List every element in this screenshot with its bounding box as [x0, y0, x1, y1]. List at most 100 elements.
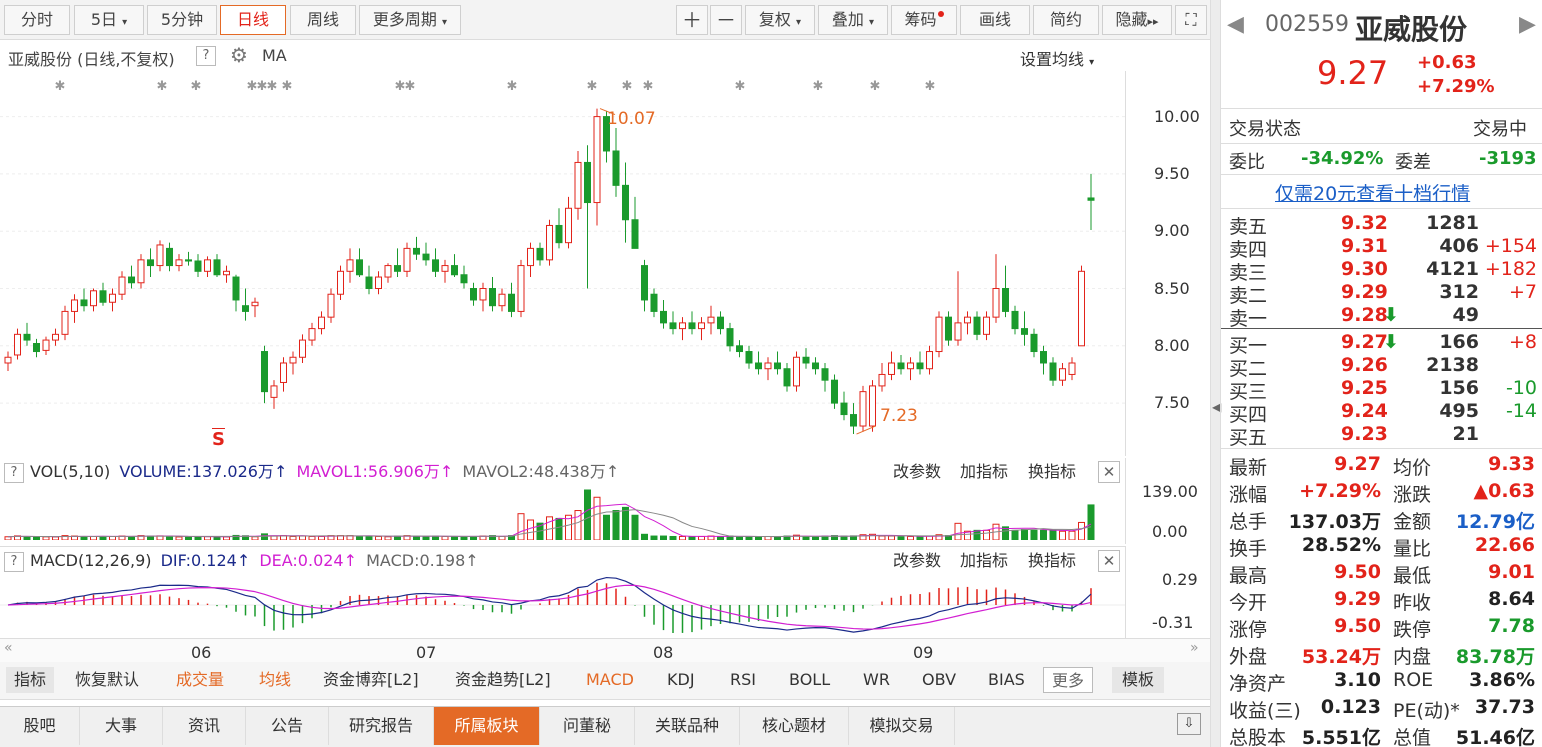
- tab-boll[interactable]: BOLL: [789, 667, 830, 693]
- zoom-in-button[interactable]: ＋: [676, 5, 708, 35]
- tab-fund-game[interactable]: 资金博弈[L2]: [323, 667, 419, 693]
- tab-restore-default[interactable]: 恢复默认: [75, 667, 139, 693]
- bid-row[interactable]: 买二 9.26 2138: [1221, 354, 1542, 380]
- ma-settings-label: 设置均线: [1020, 50, 1085, 69]
- overlay-button[interactable]: 叠加 ▾: [818, 5, 888, 35]
- help-icon[interactable]: ?: [4, 551, 24, 572]
- tab-related[interactable]: 关联品种: [635, 707, 740, 745]
- tab-announcements[interactable]: 公告: [246, 707, 329, 745]
- ask-row[interactable]: 卖三 9.30 4121 +182: [1221, 258, 1542, 284]
- candle-body: [517, 265, 525, 312]
- candle-body: [907, 362, 914, 370]
- tab-volume[interactable]: 成交量: [176, 667, 224, 693]
- stat-value: 22.66: [1474, 534, 1535, 556]
- vol-header: ? VOL(5,10) VOLUME:137.026万↑ MAVOL1:56.90…: [0, 458, 1125, 486]
- bid-row[interactable]: 买一 9.27 ⬇ 166 +8: [1221, 331, 1542, 357]
- dif-value: DIF:0.124: [160, 551, 237, 570]
- volume-bar: [802, 536, 810, 540]
- candle-body: [631, 219, 639, 249]
- tab-kdj[interactable]: KDJ: [667, 667, 695, 693]
- divider: [1221, 174, 1542, 175]
- change-params-button[interactable]: 改参数: [893, 458, 941, 486]
- fuquan-button[interactable]: 复权 ▾: [745, 5, 815, 35]
- tab-bias[interactable]: BIAS: [988, 667, 1025, 693]
- weichai-label: 委差: [1395, 152, 1431, 173]
- volume-bar: [261, 533, 268, 540]
- x-axis[interactable]: « 06 07 08 09 »: [0, 638, 1210, 662]
- tab-5min[interactable]: 5分钟: [147, 5, 217, 35]
- template-button[interactable]: 模板: [1112, 667, 1165, 693]
- level-volume: 312: [1439, 281, 1479, 303]
- tab-sector[interactable]: 所属板块: [434, 707, 540, 745]
- prev-stock-icon[interactable]: ◀: [1227, 12, 1244, 37]
- tab-macd[interactable]: MACD: [586, 667, 634, 693]
- download-icon[interactable]: ⇩: [1177, 713, 1201, 735]
- draw-button[interactable]: 画线: [960, 5, 1030, 35]
- status-label: 交易状态: [1229, 119, 1301, 140]
- tab-ask-secretary[interactable]: 问董秘: [540, 707, 635, 745]
- ask-row[interactable]: 卖五 9.32 1281: [1221, 212, 1542, 238]
- level-volume: 406: [1439, 235, 1479, 257]
- ask-row[interactable]: 卖四 9.31 406 +154: [1221, 235, 1542, 261]
- tab-news[interactable]: 资讯: [163, 707, 246, 745]
- level-change: +154: [1484, 235, 1537, 257]
- hide-button[interactable]: 隐藏▸▸: [1102, 5, 1172, 35]
- scroll-right-icon[interactable]: »: [1190, 640, 1199, 656]
- candlestick-chart[interactable]: ✱ ✱ ✱ ✱ ✱ ✱ ✱ ✱ ✱ ✱ ✱ ✱ ✱ ✱ ✱ ✱ ✱ 10.00 9.50 9.00 8.50 8…: [0, 71, 1210, 456]
- stat-value: 28.52%: [1301, 534, 1381, 556]
- candle-body: [726, 328, 734, 347]
- help-icon[interactable]: ?: [4, 462, 24, 483]
- panel-splitter[interactable]: ◀: [1210, 0, 1221, 747]
- more-button[interactable]: 更多: [1043, 667, 1094, 693]
- tab-rsi[interactable]: RSI: [730, 667, 756, 693]
- volume-bar: [90, 535, 97, 540]
- tab-sim-trade[interactable]: 模拟交易: [849, 707, 955, 745]
- candle-body: [698, 322, 705, 330]
- tab-guba[interactable]: 股吧: [0, 707, 80, 745]
- chips-button[interactable]: 筹码: [891, 5, 957, 35]
- notification-dot: [937, 11, 944, 17]
- close-icon[interactable]: ✕: [1098, 550, 1120, 572]
- stat-label: 净资产: [1229, 673, 1287, 695]
- fullscreen-icon[interactable]: ⛶: [1175, 5, 1207, 35]
- candle-body: [175, 259, 183, 267]
- scroll-left-icon[interactable]: «: [4, 640, 13, 656]
- vol-label: VOL(5,10): [30, 462, 111, 481]
- zoom-out-button[interactable]: －: [710, 5, 742, 35]
- ask-row[interactable]: 卖一 9.28 ⬇ 49: [1221, 304, 1542, 330]
- tab-fund-trend[interactable]: 资金趋势[L2]: [455, 667, 551, 693]
- help-icon[interactable]: ?: [196, 46, 216, 66]
- gear-icon[interactable]: ⚙: [230, 43, 248, 67]
- tab-daily[interactable]: 日线: [220, 5, 286, 35]
- tab-ma[interactable]: 均线: [259, 667, 291, 693]
- dea-line: [7, 584, 1092, 630]
- bid-row[interactable]: 买五 9.23 21: [1221, 423, 1542, 449]
- tab-wr[interactable]: WR: [863, 667, 890, 693]
- add-indicator-button[interactable]: 加指标: [960, 547, 1008, 575]
- tab-fenshi[interactable]: 分时: [4, 5, 70, 35]
- stat-label: PE(动)*: [1393, 700, 1460, 722]
- tab-more-periods[interactable]: 更多周期 ▾: [359, 5, 461, 35]
- change-params-button[interactable]: 改参数: [893, 547, 941, 575]
- tab-obv[interactable]: OBV: [922, 667, 956, 693]
- candle-body: [242, 305, 249, 312]
- ma-settings-button[interactable]: 设置均线 ▾: [1020, 46, 1094, 70]
- tab-indicator[interactable]: 指标: [6, 667, 55, 693]
- tab-5day[interactable]: 5日 ▾: [74, 5, 144, 35]
- bid-row[interactable]: 买三 9.25 156 -10: [1221, 377, 1542, 403]
- ask-row[interactable]: 卖二 9.29 312 +7: [1221, 281, 1542, 307]
- switch-indicator-button[interactable]: 换指标: [1028, 458, 1076, 486]
- simple-button[interactable]: 简约: [1033, 5, 1099, 35]
- volume-bar: [289, 535, 297, 540]
- tab-research[interactable]: 研究报告: [329, 707, 434, 745]
- tab-events[interactable]: 大事: [80, 707, 163, 745]
- tab-weekly[interactable]: 周线: [290, 5, 356, 35]
- tab-core-themes[interactable]: 核心题材: [740, 707, 849, 745]
- close-icon[interactable]: ✕: [1098, 461, 1120, 483]
- bid-row[interactable]: 买四 9.24 495 -14: [1221, 400, 1542, 426]
- switch-indicator-button[interactable]: 换指标: [1028, 547, 1076, 575]
- add-indicator-button[interactable]: 加指标: [960, 458, 1008, 486]
- next-stock-icon[interactable]: ▶: [1519, 12, 1536, 37]
- level2-promo-link[interactable]: 仅需20元查看十档行情: [1275, 179, 1470, 206]
- up-arrow-icon: ↑: [605, 462, 620, 481]
